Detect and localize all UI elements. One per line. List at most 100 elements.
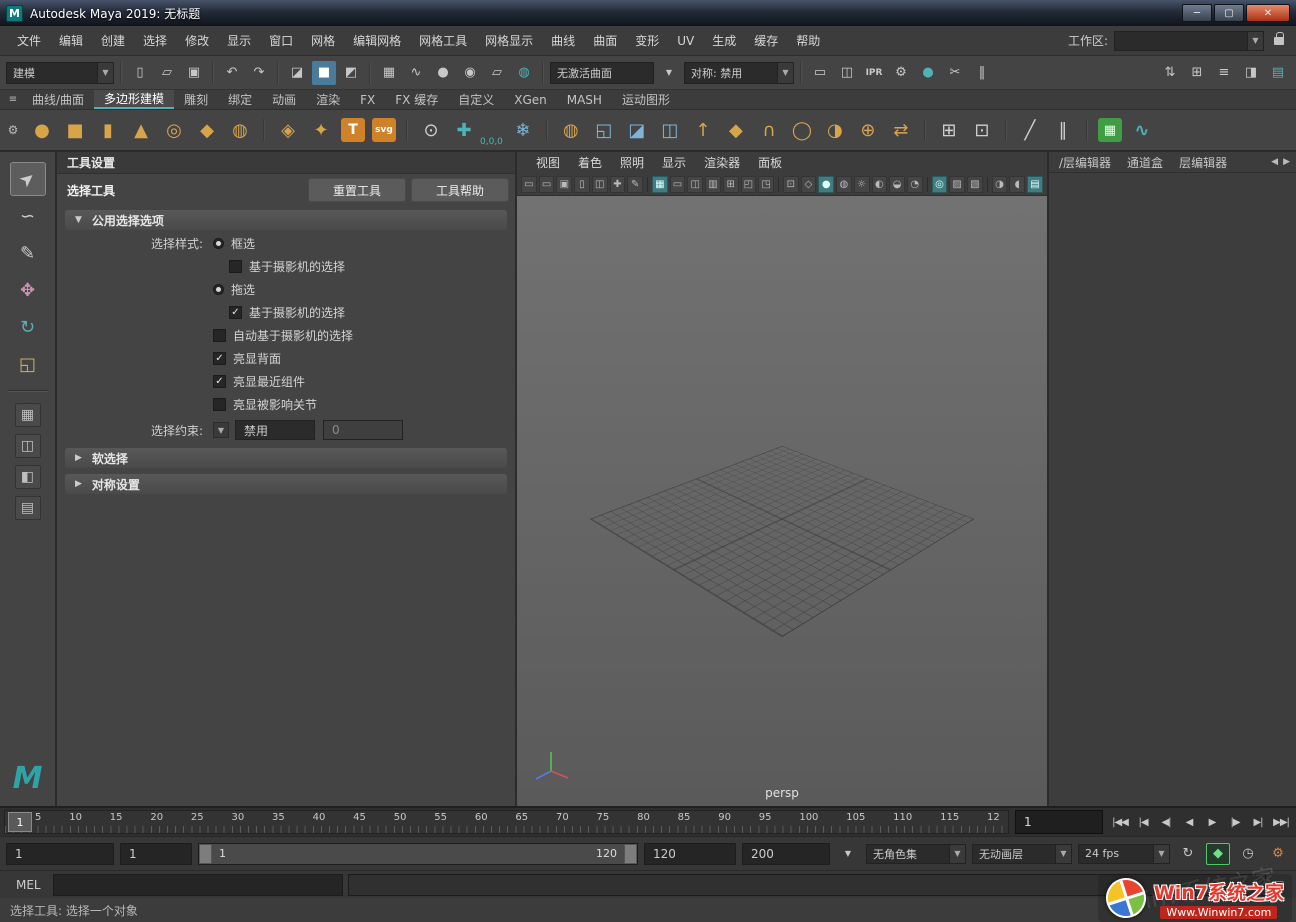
select-hierarchy-icon[interactable]: ◪ xyxy=(285,61,309,85)
rp-tab-channel-box[interactable]: 通道盒 xyxy=(1119,154,1171,171)
layers-view-icon[interactable]: ▤ xyxy=(1266,61,1290,85)
menu-mesh[interactable]: 网格 xyxy=(302,26,344,55)
vp-menu-view[interactable]: 视图 xyxy=(527,154,569,171)
chevron-down-icon[interactable]: ▼ xyxy=(213,422,229,438)
menu-modify[interactable]: 修改 xyxy=(176,26,218,55)
camera-based-drag-checkbox[interactable]: ✓ xyxy=(229,306,242,319)
shelf-tab-custom[interactable]: 自定义 xyxy=(448,90,504,109)
animation-preferences-icon[interactable]: ⚙ xyxy=(1266,843,1290,865)
clock-icon[interactable]: ◷ xyxy=(1236,843,1260,865)
menu-curves[interactable]: 曲线 xyxy=(542,26,584,55)
select-tool-icon[interactable]: ➤ xyxy=(10,162,46,196)
range-slider[interactable]: 1 120 xyxy=(198,843,638,865)
animation-start-field[interactable]: 1 xyxy=(6,843,114,865)
chevron-down-icon[interactable]: ▼ xyxy=(657,61,681,85)
lasso-tool-icon[interactable]: ∽ xyxy=(10,199,46,233)
command-language-toggle[interactable]: MEL xyxy=(4,878,53,892)
vp-menu-show[interactable]: 显示 xyxy=(653,154,695,171)
render-region-icon[interactable]: ◫ xyxy=(835,61,859,85)
select-object-icon[interactable]: ■ xyxy=(312,61,336,85)
outliner-panel-icon[interactable]: ▤ xyxy=(15,496,41,520)
tab-scroll-right-icon[interactable]: ▶ xyxy=(1283,157,1290,167)
go-to-end-icon[interactable]: ▶▶| xyxy=(1270,811,1292,833)
vp-menu-shading[interactable]: 着色 xyxy=(569,154,611,171)
edit-pivot-icon[interactable]: ⊡ xyxy=(969,117,995,144)
combine-icon[interactable]: ◍ xyxy=(558,117,584,144)
minimize-button[interactable]: ─ xyxy=(1182,4,1212,22)
smooth-icon[interactable]: ◯ xyxy=(789,117,815,144)
textured-icon[interactable]: ◍ xyxy=(836,176,852,193)
highlight-joints-checkbox[interactable] xyxy=(213,398,226,411)
bookmark-icon[interactable]: ▯ xyxy=(574,176,590,193)
grid-toggle-icon[interactable]: ⊞ xyxy=(1185,61,1209,85)
prev-key-icon[interactable]: |◀ xyxy=(1132,811,1154,833)
menu-deform[interactable]: 变形 xyxy=(626,26,668,55)
menu-edit[interactable]: 编辑 xyxy=(50,26,92,55)
menu-mesh-display[interactable]: 网格显示 xyxy=(476,26,542,55)
pause-viewport-icon[interactable]: ‖ xyxy=(970,61,994,85)
persp-outliner-layout-icon[interactable]: ◫ xyxy=(15,434,41,458)
rp-tab-layer-editor-clipped[interactable]: /层编辑器 xyxy=(1051,154,1119,171)
shelf-tab-sculpting[interactable]: 雕刻 xyxy=(174,90,218,109)
poly-pipe-icon[interactable]: ◍ xyxy=(227,117,253,144)
common-selection-section-header[interactable]: ▼ 公用选择选项 xyxy=(65,210,507,230)
four-view-layout-icon[interactable]: ▦ xyxy=(15,403,41,427)
shelf-tab-mash[interactable]: MASH xyxy=(557,90,612,109)
fps-combo[interactable]: 24 fps▼ xyxy=(1078,844,1170,864)
make-live-icon[interactable]: ◍ xyxy=(512,61,536,85)
scale-tool-icon[interactable]: ◱ xyxy=(10,347,46,381)
flip-icon[interactable]: ⇄ xyxy=(888,117,914,144)
snap-to-origin-icon[interactable]: ✚ xyxy=(451,117,477,144)
command-input[interactable] xyxy=(53,874,343,896)
playback-start-field[interactable]: 1 xyxy=(120,843,192,865)
ipr-render-icon[interactable]: IPR xyxy=(862,61,886,85)
grid-icon[interactable]: ▦ xyxy=(652,176,668,193)
vp-menu-panels[interactable]: 面板 xyxy=(749,154,791,171)
lattice-icon[interactable]: ⊞ xyxy=(936,117,962,144)
poly-cube-icon[interactable]: ■ xyxy=(62,117,88,144)
shelf-menu-icon[interactable]: ≡ xyxy=(4,90,22,109)
menu-windows[interactable]: 窗口 xyxy=(260,26,302,55)
menu-uv[interactable]: UV xyxy=(668,26,703,55)
frame-all-icon[interactable]: ⊡ xyxy=(783,176,799,193)
shelf-tab-animation[interactable]: 动画 xyxy=(262,90,306,109)
extrude-icon[interactable]: ↑ xyxy=(690,117,716,144)
highlight-nearest-checkbox[interactable]: ✓ xyxy=(213,375,226,388)
bridge-icon[interactable]: ∩ xyxy=(756,117,782,144)
new-scene-icon[interactable]: ▯ xyxy=(128,61,152,85)
persp-graph-layout-icon[interactable]: ◧ xyxy=(15,465,41,489)
freeze-transform-icon[interactable]: ❄ xyxy=(510,117,536,144)
redo-icon[interactable]: ↷ xyxy=(247,61,271,85)
lights-icon[interactable]: ☼ xyxy=(854,176,870,193)
workspace-combo[interactable]: ▼ xyxy=(1114,31,1264,51)
auto-key-icon[interactable]: ◆ xyxy=(1206,843,1230,865)
tool-help-button[interactable]: 工具帮助 xyxy=(411,178,509,202)
insert-edge-loop-icon[interactable]: ∥ xyxy=(1050,117,1076,144)
rp-tab-layer-editor[interactable]: 层编辑器 xyxy=(1171,154,1235,171)
measure-tool-icon[interactable]: ⊙ xyxy=(418,117,444,144)
field-chart-icon[interactable]: ⊞ xyxy=(723,176,739,193)
open-scene-icon[interactable]: ▱ xyxy=(155,61,179,85)
camera-attributes-icon[interactable]: ▣ xyxy=(556,176,572,193)
poly-torus-icon[interactable]: ◎ xyxy=(161,117,187,144)
shelf-tab-rendering[interactable]: 渲染 xyxy=(306,90,350,109)
shelf-tab-fx-caching[interactable]: FX 缓存 xyxy=(385,90,448,109)
safe-action-icon[interactable]: ◰ xyxy=(741,176,757,193)
safe-title-icon[interactable]: ◳ xyxy=(758,176,774,193)
select-camera-icon[interactable]: ▭ xyxy=(521,176,537,193)
current-frame-field[interactable]: 1 xyxy=(1015,810,1103,834)
menu-edit-mesh[interactable]: 编辑网格 xyxy=(344,26,410,55)
nurbs-curve-icon[interactable]: ∿ xyxy=(1129,117,1155,144)
vp-menu-lighting[interactable]: 照明 xyxy=(611,154,653,171)
range-end-handle[interactable] xyxy=(624,844,637,864)
step-back-icon[interactable]: ◀| xyxy=(1155,811,1177,833)
mirror-icon[interactable]: ◑ xyxy=(822,117,848,144)
film-gate-icon[interactable]: ▭ xyxy=(670,176,686,193)
render-settings-icon[interactable]: ⚙ xyxy=(889,61,913,85)
lock-camera-icon[interactable]: ▭ xyxy=(539,176,555,193)
play-backwards-icon[interactable]: ◀ xyxy=(1178,811,1200,833)
menu-display[interactable]: 显示 xyxy=(218,26,260,55)
soft-select-section-header[interactable]: ▶ 软选择 xyxy=(65,448,507,468)
move-tool-icon[interactable]: ✥ xyxy=(10,273,46,307)
camera-based-marquee-checkbox[interactable] xyxy=(229,260,242,273)
